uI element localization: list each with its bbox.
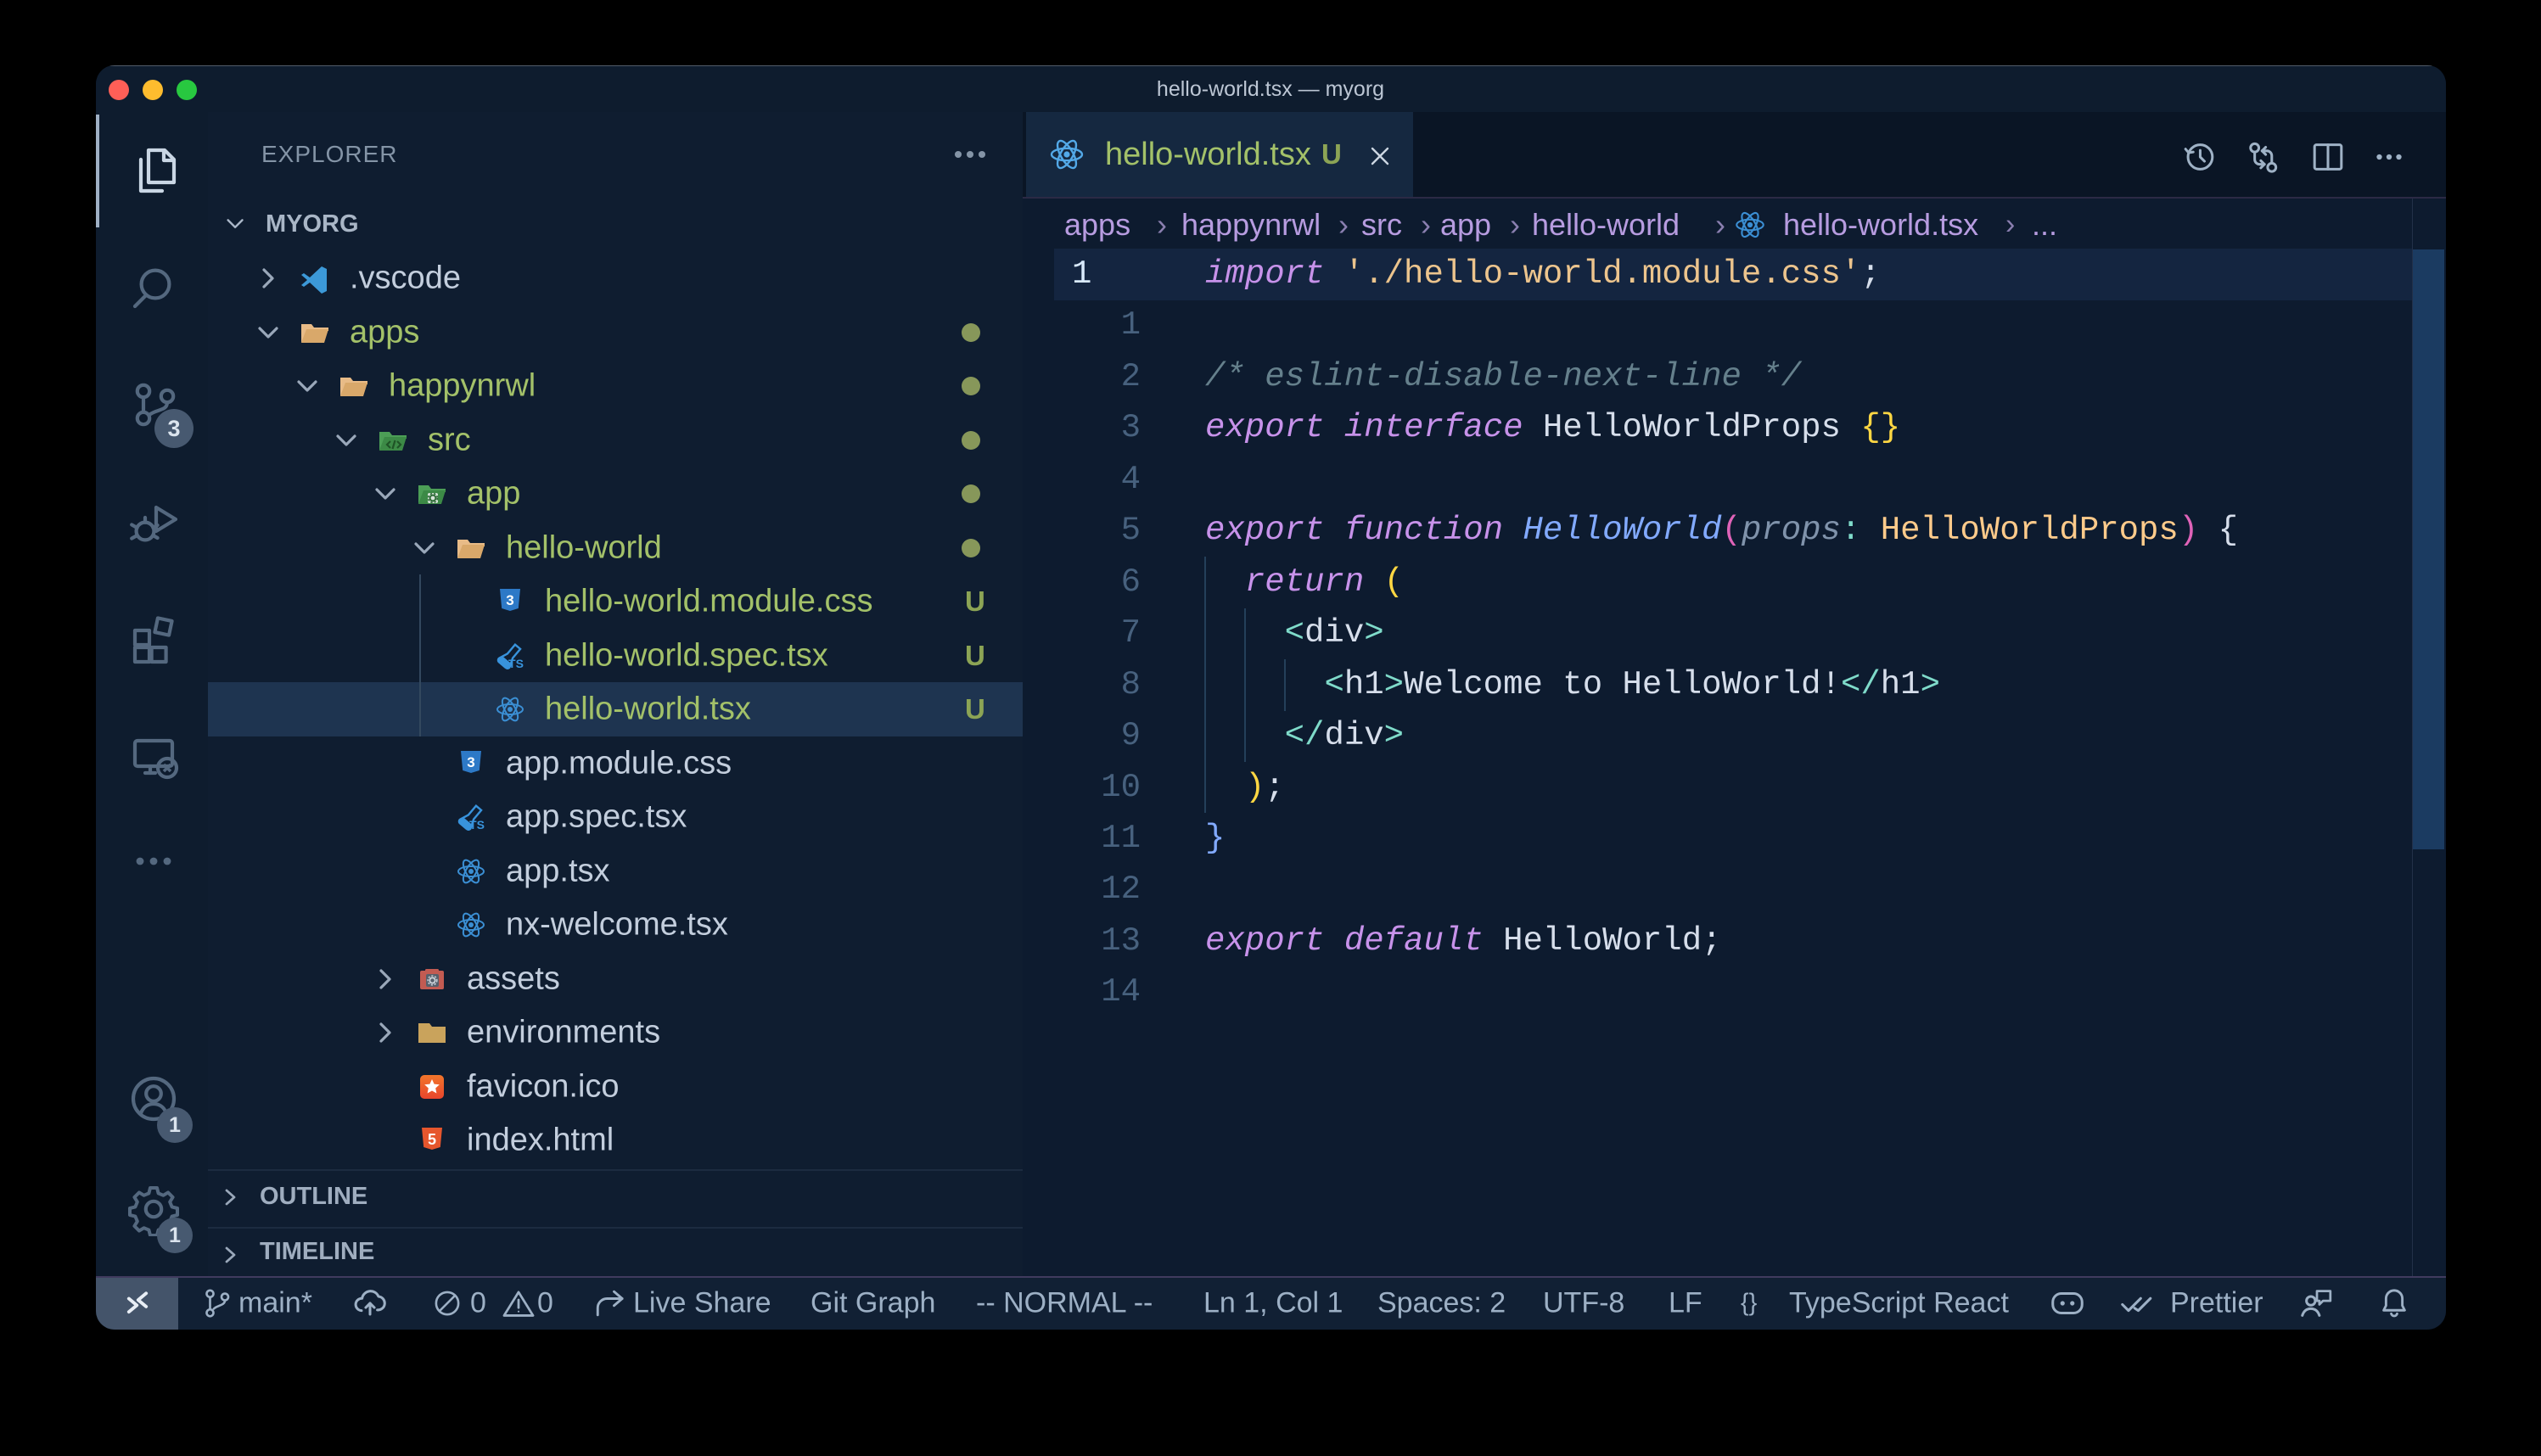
svg-text:3: 3 — [467, 754, 474, 770]
svg-text:3: 3 — [506, 592, 513, 608]
svg-text:TS: TS — [508, 657, 524, 670]
svg-text:5: 5 — [428, 1131, 436, 1148]
svg-text:TS: TS — [469, 818, 485, 832]
